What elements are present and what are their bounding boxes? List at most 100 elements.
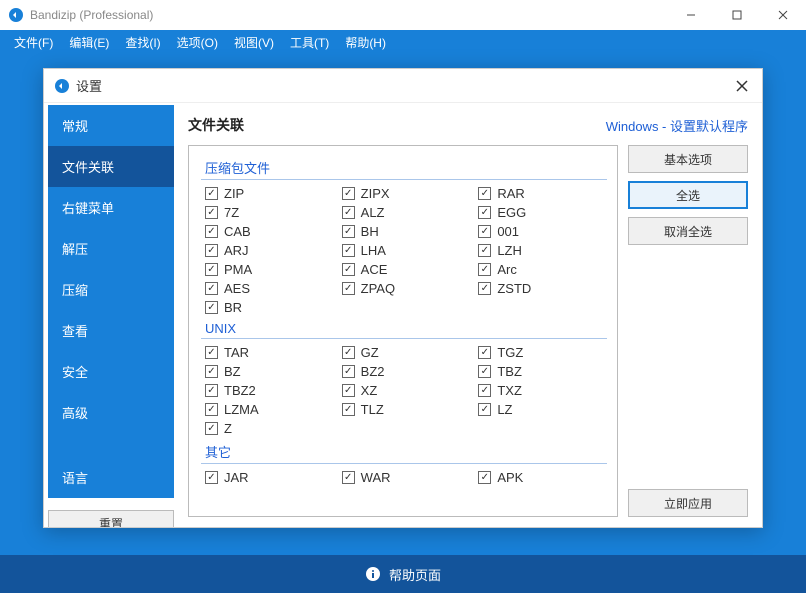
file-type-checkbox[interactable]: TLZ bbox=[342, 402, 471, 417]
apply-now-button[interactable]: 立即应用 bbox=[628, 489, 748, 517]
minimize-button[interactable] bbox=[668, 0, 714, 30]
file-type-label: BZ2 bbox=[361, 364, 385, 379]
menu-item[interactable]: 文件(F) bbox=[6, 34, 61, 51]
menu-item[interactable]: 视图(V) bbox=[226, 34, 282, 51]
file-type-checkbox[interactable]: CAB bbox=[205, 224, 334, 239]
file-type-checkbox[interactable]: 001 bbox=[478, 224, 607, 239]
menu-item[interactable]: 帮助(H) bbox=[337, 34, 394, 51]
file-type-checkbox[interactable]: Z bbox=[205, 421, 334, 436]
sidebar-item-language[interactable]: 语言 bbox=[48, 457, 174, 498]
file-type-checkbox[interactable]: TBZ bbox=[478, 364, 607, 379]
select-all-button[interactable]: 全选 bbox=[628, 181, 748, 209]
checkbox-icon bbox=[342, 187, 355, 200]
file-type-label: 001 bbox=[497, 224, 519, 239]
file-type-checkbox[interactable]: TGZ bbox=[478, 345, 607, 360]
file-type-checkbox[interactable]: ARJ bbox=[205, 243, 334, 258]
deselect-all-button[interactable]: 取消全选 bbox=[628, 217, 748, 245]
windows-defaults-link[interactable]: Windows - 设置默认程序 bbox=[606, 116, 748, 135]
basic-options-button[interactable]: 基本选项 bbox=[628, 145, 748, 173]
sidebar-item[interactable]: 文件关联 bbox=[48, 146, 174, 187]
file-assoc-scroll[interactable]: 压缩包文件ZIPZIPXRAR7ZALZEGGCABBH001ARJLHALZH… bbox=[201, 154, 611, 516]
sidebar-item[interactable]: 常规 bbox=[48, 105, 174, 146]
file-type-checkbox[interactable]: ALZ bbox=[342, 205, 471, 220]
file-type-checkbox[interactable]: TXZ bbox=[478, 383, 607, 398]
checkbox-icon bbox=[342, 346, 355, 359]
checkbox-icon bbox=[205, 471, 218, 484]
checkbox-icon bbox=[342, 384, 355, 397]
file-type-checkbox[interactable]: LZ bbox=[478, 402, 607, 417]
file-type-label: TAR bbox=[224, 345, 249, 360]
file-type-checkbox[interactable]: LZMA bbox=[205, 402, 334, 417]
file-type-checkbox[interactable]: RAR bbox=[478, 186, 607, 201]
dialog-close-button[interactable] bbox=[732, 76, 752, 96]
checkbox-icon bbox=[205, 403, 218, 416]
file-type-label: ZSTD bbox=[497, 281, 531, 296]
file-type-label: AES bbox=[224, 281, 250, 296]
file-type-checkbox[interactable]: ZPAQ bbox=[342, 281, 471, 296]
file-type-label: TBZ2 bbox=[224, 383, 256, 398]
file-type-checkbox[interactable]: LZH bbox=[478, 243, 607, 258]
checkbox-icon bbox=[205, 384, 218, 397]
file-type-checkbox[interactable]: WAR bbox=[342, 470, 471, 485]
menu-item[interactable]: 工具(T) bbox=[282, 34, 337, 51]
dialog-title: 设置 bbox=[76, 76, 732, 95]
file-type-checkbox[interactable]: EGG bbox=[478, 205, 607, 220]
file-type-checkbox[interactable]: AES bbox=[205, 281, 334, 296]
file-type-checkbox[interactable]: BZ bbox=[205, 364, 334, 379]
file-type-label: BH bbox=[361, 224, 379, 239]
file-type-checkbox[interactable]: BZ2 bbox=[342, 364, 471, 379]
checkbox-icon bbox=[478, 206, 491, 219]
checkbox-icon bbox=[205, 263, 218, 276]
sidebar-item[interactable]: 解压 bbox=[48, 228, 174, 269]
menu-item[interactable]: 选项(O) bbox=[169, 34, 226, 51]
window-title: Bandizip (Professional) bbox=[30, 8, 668, 22]
checkbox-icon bbox=[342, 263, 355, 276]
sidebar-item[interactable]: 压缩 bbox=[48, 269, 174, 310]
file-type-label: ACE bbox=[361, 262, 388, 277]
file-type-checkbox[interactable]: BR bbox=[205, 300, 334, 315]
checkbox-icon bbox=[342, 225, 355, 238]
menubar: 文件(F)编辑(E)查找(I)选项(O)视图(V)工具(T)帮助(H) bbox=[0, 30, 806, 54]
file-type-checkbox[interactable]: LHA bbox=[342, 243, 471, 258]
file-type-checkbox[interactable]: APK bbox=[478, 470, 607, 485]
checkbox-icon bbox=[478, 263, 491, 276]
file-type-label: TXZ bbox=[497, 383, 522, 398]
file-type-checkbox[interactable]: PMA bbox=[205, 262, 334, 277]
menu-item[interactable]: 查找(I) bbox=[117, 34, 168, 51]
maximize-button[interactable] bbox=[714, 0, 760, 30]
file-type-label: Arc bbox=[497, 262, 517, 277]
reset-button[interactable]: 重置 bbox=[48, 510, 174, 527]
footer-bar[interactable]: 帮助页面 bbox=[0, 555, 806, 593]
file-assoc-panel: 压缩包文件ZIPZIPXRAR7ZALZEGGCABBH001ARJLHALZH… bbox=[188, 145, 618, 517]
menu-item[interactable]: 编辑(E) bbox=[61, 34, 117, 51]
file-type-checkbox[interactable]: ZIPX bbox=[342, 186, 471, 201]
checkbox-icon bbox=[478, 225, 491, 238]
checkbox-icon bbox=[205, 206, 218, 219]
sidebar-item[interactable]: 安全 bbox=[48, 351, 174, 392]
checkbox-icon bbox=[205, 422, 218, 435]
sidebar-item[interactable]: 高级 bbox=[48, 392, 174, 433]
workspace: 设置 常规文件关联右键菜单解压压缩查看安全高级语言 重置 确定 文件关联 Win… bbox=[0, 54, 806, 555]
sidebar-item[interactable]: 右键菜单 bbox=[48, 187, 174, 228]
file-type-checkbox[interactable]: BH bbox=[342, 224, 471, 239]
checkbox-icon bbox=[478, 365, 491, 378]
file-type-checkbox[interactable]: XZ bbox=[342, 383, 471, 398]
file-type-checkbox[interactable]: 7Z bbox=[205, 205, 334, 220]
checkbox-icon bbox=[205, 244, 218, 257]
file-type-checkbox[interactable]: Arc bbox=[478, 262, 607, 277]
checkbox-icon bbox=[205, 282, 218, 295]
checkbox-icon bbox=[342, 403, 355, 416]
file-type-checkbox[interactable]: ZIP bbox=[205, 186, 334, 201]
file-type-checkbox[interactable]: GZ bbox=[342, 345, 471, 360]
file-type-checkbox[interactable]: TAR bbox=[205, 345, 334, 360]
close-button[interactable] bbox=[760, 0, 806, 30]
file-type-checkbox[interactable]: JAR bbox=[205, 470, 334, 485]
footer-text: 帮助页面 bbox=[389, 565, 441, 584]
sidebar-item[interactable]: 查看 bbox=[48, 310, 174, 351]
file-type-label: ZIP bbox=[224, 186, 244, 201]
file-type-checkbox[interactable]: ACE bbox=[342, 262, 471, 277]
file-type-label: PMA bbox=[224, 262, 252, 277]
file-type-checkbox[interactable]: TBZ2 bbox=[205, 383, 334, 398]
window-titlebar: Bandizip (Professional) bbox=[0, 0, 806, 30]
file-type-checkbox[interactable]: ZSTD bbox=[478, 281, 607, 296]
